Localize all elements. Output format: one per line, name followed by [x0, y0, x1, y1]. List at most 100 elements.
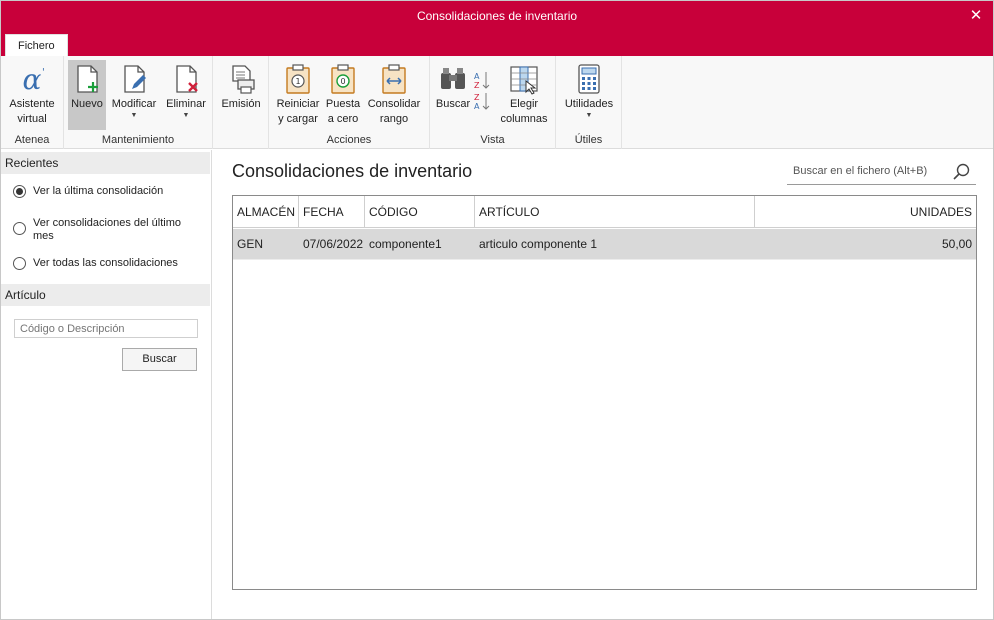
puesta-a-cero-button[interactable]: 0 Puesta a cero — [324, 60, 362, 130]
consolidar-label-2: rango — [379, 113, 409, 125]
svg-text:0: 0 — [340, 77, 345, 86]
svg-text:': ' — [42, 67, 45, 78]
ribbon-group-vista: Buscar AZZA Elegir columnas Vista — [430, 56, 556, 149]
column-header-codigo[interactable]: CÓDIGO — [365, 196, 475, 228]
modificar-caret-icon: ▼ — [130, 112, 138, 119]
close-button[interactable]: ✕ — [967, 7, 985, 25]
asistente-label-1: Asistente — [9, 98, 55, 110]
ribbon-group-acciones: 1 Reiniciar y cargar 0 Puesta a cero Con… — [269, 56, 430, 149]
ribbon-group-emision: Emisión — [213, 56, 269, 149]
buscar-ribbon-label: Buscar — [435, 98, 471, 110]
svg-text:A: A — [474, 72, 480, 81]
svg-text:1: 1 — [295, 77, 300, 86]
emision-button[interactable]: Emisión — [217, 60, 265, 130]
table-row[interactable]: GEN 07/06/2022 componente1 articulo comp… — [233, 229, 976, 260]
radio-unchecked-icon — [13, 257, 26, 270]
articulo-header: Artículo — [1, 284, 210, 306]
search-icon[interactable] — [952, 162, 972, 182]
calculator-icon — [578, 64, 600, 94]
column-header-almacen[interactable]: ALMACÉN — [233, 196, 299, 228]
puesta-label-1: Puesta — [325, 98, 361, 110]
window-title: Consolidaciones de inventario — [416, 9, 578, 23]
modificar-button[interactable]: Modificar ▼ — [108, 60, 160, 130]
radio-checked-icon — [13, 185, 26, 198]
tab-fichero[interactable]: Fichero — [5, 34, 68, 56]
elegir-label-2: columnas — [500, 113, 548, 125]
consolidar-label-1: Consolidar — [367, 98, 421, 110]
columns-icon — [510, 66, 538, 95]
reiniciar-label-2: y cargar — [278, 113, 318, 125]
radio-label: Ver consolidaciones del último mes — [33, 217, 181, 242]
group-label-vista: Vista — [480, 134, 505, 146]
cell-codigo: componente1 — [369, 237, 442, 251]
new-document-icon — [77, 65, 98, 93]
edit-document-icon — [124, 65, 146, 93]
nuevo-button[interactable]: Nuevo — [68, 60, 106, 130]
alpha-icon: α ' — [23, 63, 45, 95]
data-grid: ALMACÉN FECHA CÓDIGO ARTÍCULO UNIDADES G… — [232, 195, 977, 590]
nuevo-label: Nuevo — [71, 98, 103, 110]
delete-document-icon — [176, 65, 198, 93]
sort-az-icon: AZZA — [474, 72, 490, 111]
asistente-virtual-button[interactable]: α ' Asistente virtual — [4, 60, 60, 130]
puesta-label-2: a cero — [327, 113, 359, 125]
radio-unchecked-icon — [13, 222, 26, 235]
ribbon-group-mantenimiento: Nuevo Modificar ▼ Eliminar ▼ Mantenimien… — [64, 56, 213, 149]
radio-ultimo-mes[interactable]: Ver consolidaciones del último mes — [13, 217, 203, 245]
title-bar: Consolidaciones de inventario ✕ — [1, 1, 993, 32]
radio-ultima-consolidacion[interactable]: Ver la última consolidación — [13, 185, 203, 199]
ribbon-group-atenea: α ' Asistente virtual Atenea — [1, 56, 64, 149]
recientes-header: Recientes — [1, 152, 210, 174]
emision-label: Emisión — [221, 98, 261, 110]
elegir-columnas-button[interactable]: Elegir columnas — [496, 60, 552, 130]
grid-header: ALMACÉN FECHA CÓDIGO ARTÍCULO UNIDADES — [233, 196, 976, 228]
tab-bar: Fichero — [1, 32, 993, 56]
page-title: Consolidaciones de inventario — [232, 161, 473, 181]
group-label-utiles: Útiles — [574, 134, 603, 146]
search-placeholder: Buscar en el fichero (Alt+B) — [793, 165, 928, 177]
print-icon — [232, 65, 255, 94]
cell-articulo: articulo componente 1 — [479, 237, 598, 251]
eliminar-label: Eliminar — [166, 98, 206, 110]
group-label-atenea: Atenea — [14, 134, 50, 146]
column-header-fecha[interactable]: FECHA — [299, 196, 365, 228]
svg-text:Z: Z — [474, 81, 480, 90]
utilidades-label: Utilidades — [564, 98, 614, 110]
column-header-articulo[interactable]: ARTÍCULO — [475, 196, 755, 228]
reset-clipboard-icon: 1 — [286, 64, 310, 94]
cell-unidades: 50,00 — [941, 237, 972, 251]
reiniciar-label-1: Reiniciar — [276, 98, 320, 110]
range-clipboard-icon — [382, 64, 406, 94]
asistente-label-2: virtual — [17, 113, 47, 125]
app-window: Consolidaciones de inventario ✕ Fichero … — [0, 0, 994, 620]
elegir-label-1: Elegir — [509, 98, 539, 110]
group-label-mantenimiento: Mantenimiento — [101, 134, 175, 146]
group-label-acciones: Acciones — [326, 134, 372, 146]
buscar-ribbon-button[interactable]: Buscar — [434, 60, 472, 130]
cell-almacen: GEN — [237, 237, 264, 251]
cell-fecha: 07/06/2022 — [303, 237, 364, 251]
zero-clipboard-icon: 0 — [331, 64, 355, 94]
ribbon-group-utiles: Utilidades ▼ Útiles — [556, 56, 622, 149]
svg-text:Z: Z — [474, 93, 480, 102]
consolidar-rango-button[interactable]: Consolidar rango — [364, 60, 424, 130]
sort-buttons[interactable]: AZZA — [472, 70, 492, 111]
articulo-buscar-button[interactable]: Buscar — [122, 348, 197, 371]
svg-text:α: α — [23, 63, 42, 95]
utilidades-button[interactable]: Utilidades ▼ — [560, 60, 618, 130]
binoculars-icon — [441, 68, 465, 89]
radio-label: Ver la última consolidación — [33, 185, 164, 197]
column-header-unidades[interactable]: UNIDADES — [755, 196, 976, 228]
reiniciar-button[interactable]: 1 Reiniciar y cargar — [273, 60, 323, 130]
articulo-search-input[interactable] — [14, 319, 198, 338]
svg-text:A: A — [474, 102, 480, 111]
radio-todas[interactable]: Ver todas las consolidaciones — [13, 257, 203, 271]
ribbon: α ' Asistente virtual Atenea Nuevo Modifi… — [1, 56, 993, 149]
eliminar-caret-icon: ▼ — [182, 112, 190, 119]
utilidades-caret-icon: ▼ — [585, 112, 593, 119]
eliminar-button[interactable]: Eliminar ▼ — [162, 60, 210, 130]
radio-label: Ver todas las consolidaciones — [33, 257, 178, 269]
modificar-label: Modificar — [111, 98, 157, 110]
sidebar: Recientes Ver la última consolidación Ve… — [1, 150, 212, 619]
file-search[interactable]: Buscar en el fichero (Alt+B) — [787, 161, 976, 185]
